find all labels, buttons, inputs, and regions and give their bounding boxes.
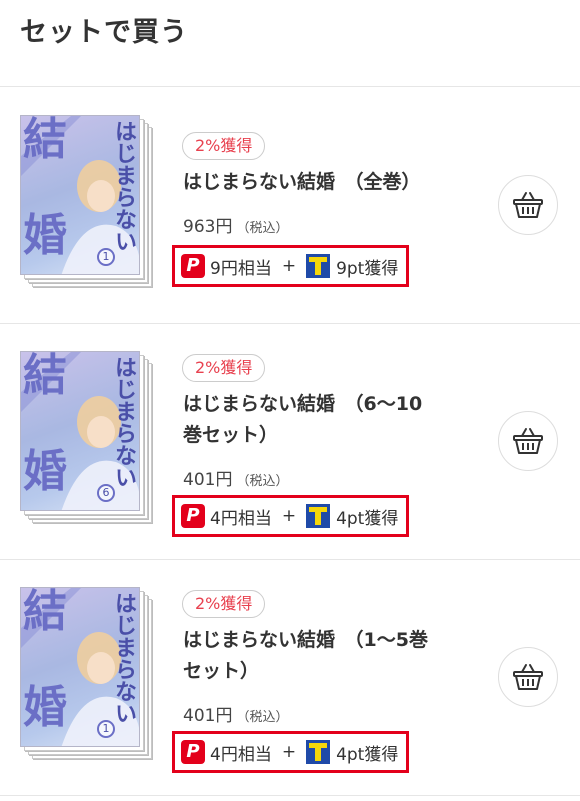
point-rate-badge: 2%獲得 (182, 590, 266, 618)
set-title[interactable]: はじまらない結婚 （全巻） (183, 167, 483, 198)
price-value: 963円 (183, 217, 233, 237)
book-cover-image: 結 婚 はじまらない 1 (20, 587, 140, 747)
set-title-line1: はじまらない結婚 （全巻） (183, 171, 421, 193)
book-cover-image: 結 婚 はじまらない 1 (20, 115, 140, 275)
tpoint-points: 9pt獲得 (336, 258, 399, 279)
add-to-cart-button[interactable] (498, 411, 558, 471)
set-title-line1: はじまらない結婚 （1～5巻 (183, 629, 428, 651)
set-title-line2: セット） (183, 660, 260, 682)
plus-sign: + (281, 256, 297, 276)
cover-title-top: 結 (23, 351, 67, 401)
paypay-points: 9円相当 (210, 258, 272, 279)
point-rate-badge: 2%獲得 (182, 132, 266, 160)
set-title[interactable]: はじまらない結婚 （6～10 巻セット） (183, 389, 483, 451)
cover-volume-number: 1 (97, 720, 115, 738)
add-to-cart-button[interactable] (498, 647, 558, 707)
cover-title-top: 結 (23, 115, 67, 165)
cover-title-vertical: はじまらない (111, 592, 136, 724)
book-cover-stack[interactable]: 結 婚 はじまらない 1 (20, 115, 160, 295)
set-item-vol-1-5[interactable]: 結 婚 はじまらない 1 2%獲得 はじまらない結婚 （1～5巻 セット） 40… (0, 559, 580, 795)
cover-title-vertical: はじまらない (111, 356, 136, 488)
divider (0, 795, 580, 796)
page-title: セットで買う (20, 17, 188, 48)
cover-volume-number: 6 (97, 484, 115, 502)
cover-title-bottom: 婚 (23, 210, 67, 261)
points-info-box: P 4円相当 + 4pt獲得 (172, 495, 410, 537)
price: 401円 （税込） (183, 701, 288, 726)
tpoint-points: 4pt獲得 (336, 508, 399, 529)
paypay-icon: P (181, 740, 205, 764)
price: 963円 （税込） (183, 212, 288, 237)
cover-title-top: 結 (23, 587, 67, 637)
basket-icon (513, 192, 543, 218)
book-cover-stack[interactable]: 結 婚 はじまらない 6 (20, 351, 160, 531)
add-to-cart-button[interactable] (498, 175, 558, 235)
price-tax-label: （税込） (236, 221, 289, 236)
price-value: 401円 (183, 706, 233, 726)
paypay-points: 4円相当 (210, 508, 272, 529)
set-item-all-volumes[interactable]: 結 婚 はじまらない 1 2%獲得 はじまらない結婚 （全巻） 963円 （税込）… (0, 87, 580, 323)
book-cover-stack[interactable]: 結 婚 はじまらない 1 (20, 587, 160, 767)
set-title[interactable]: はじまらない結婚 （1～5巻 セット） (183, 625, 483, 687)
paypay-icon: P (181, 254, 205, 278)
price-value: 401円 (183, 470, 233, 490)
paypay-points: 4円相当 (210, 744, 272, 765)
basket-icon (513, 664, 543, 690)
paypay-icon: P (181, 504, 205, 528)
tpoint-icon (306, 504, 331, 528)
tpoint-icon (306, 254, 331, 278)
set-title-line1: はじまらない結婚 （6～10 (183, 393, 423, 415)
point-rate-badge: 2%獲得 (182, 354, 266, 382)
plus-sign: + (281, 742, 297, 762)
cover-title-bottom: 婚 (23, 446, 67, 497)
plus-sign: + (281, 506, 297, 526)
price-tax-label: （税込） (236, 474, 289, 489)
price-tax-label: （税込） (236, 710, 289, 725)
set-item-vol-6-10[interactable]: 結 婚 はじまらない 6 2%獲得 はじまらない結婚 （6～10 巻セット） 4… (0, 323, 580, 559)
tpoint-icon (306, 740, 331, 764)
book-cover-image: 結 婚 はじまらない 6 (20, 351, 140, 511)
cover-title-vertical: はじまらない (111, 120, 136, 252)
set-title-line2: 巻セット） (183, 424, 279, 446)
price: 401円 （税込） (183, 465, 288, 490)
points-info-box: P 9円相当 + 9pt獲得 (172, 245, 410, 287)
tpoint-points: 4pt獲得 (336, 744, 399, 765)
points-info-box: P 4円相当 + 4pt獲得 (172, 731, 410, 773)
cover-volume-number: 1 (97, 248, 115, 266)
basket-icon (513, 428, 543, 454)
cover-title-bottom: 婚 (23, 682, 67, 733)
